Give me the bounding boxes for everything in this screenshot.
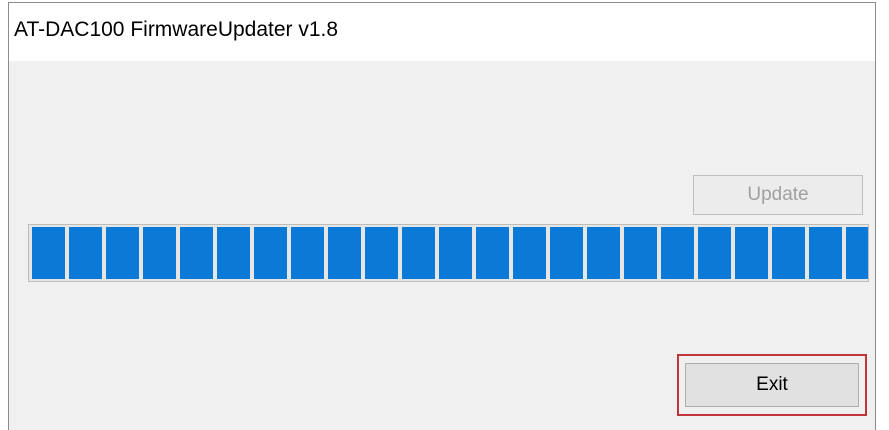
- progress-segment: [69, 227, 102, 279]
- updater-window: AT-DAC100 FirmwareUpdater v1.8 Update Ex…: [8, 2, 876, 430]
- progress-segment: [254, 227, 287, 279]
- update-button[interactable]: Update: [693, 175, 863, 215]
- progress-segment: [217, 227, 250, 279]
- progress-segment: [809, 227, 842, 279]
- progress-segment: [143, 227, 176, 279]
- progress-bar-fill: [32, 227, 868, 279]
- progress-segment: [772, 227, 805, 279]
- progress-segment: [328, 227, 361, 279]
- progress-segment: [32, 227, 65, 279]
- progress-segment: [550, 227, 583, 279]
- window-client-area: Update Exit: [9, 61, 875, 430]
- exit-button[interactable]: Exit: [685, 363, 859, 407]
- progress-segment: [402, 227, 435, 279]
- progress-segment: [291, 227, 324, 279]
- progress-segment: [624, 227, 657, 279]
- window-title: AT-DAC100 FirmwareUpdater v1.8: [14, 18, 339, 41]
- progress-segment: [365, 227, 398, 279]
- progress-segment: [180, 227, 213, 279]
- progress-segment: [106, 227, 139, 279]
- progress-segment: [698, 227, 731, 279]
- progress-segment: [476, 227, 509, 279]
- progress-segment: [661, 227, 694, 279]
- progress-segment: [846, 227, 868, 279]
- title-bar: AT-DAC100 FirmwareUpdater v1.8: [9, 3, 875, 61]
- progress-bar: [28, 224, 869, 282]
- progress-segment: [513, 227, 546, 279]
- progress-segment: [439, 227, 472, 279]
- progress-segment: [735, 227, 768, 279]
- progress-segment: [587, 227, 620, 279]
